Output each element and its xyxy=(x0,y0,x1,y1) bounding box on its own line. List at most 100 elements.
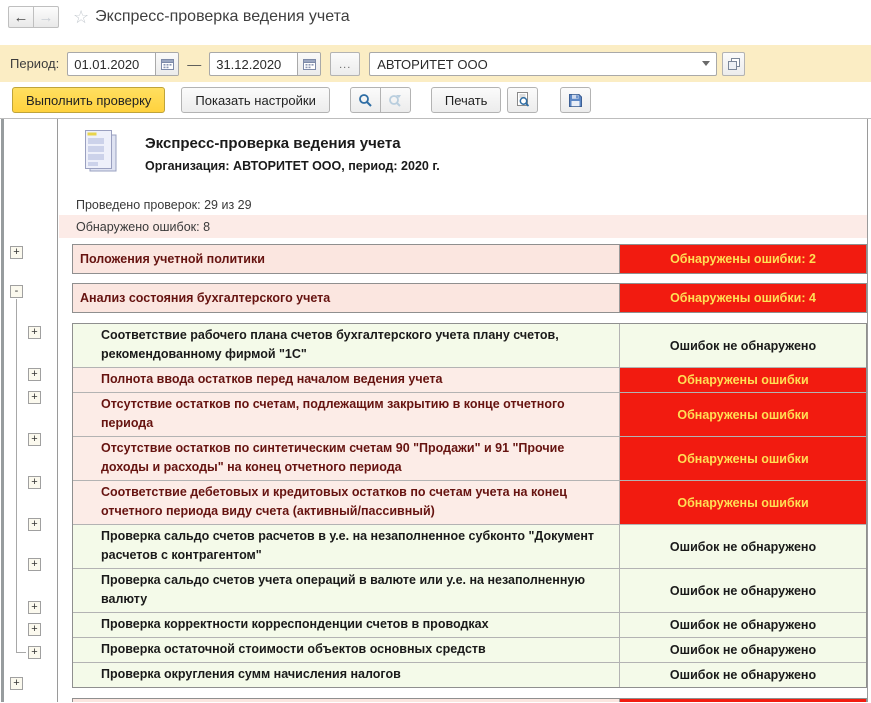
expander-check-9[interactable]: + xyxy=(28,623,41,636)
section-name[interactable]: Положения учетной политики xyxy=(73,245,619,273)
collapser-analysis-section[interactable]: - xyxy=(10,285,23,298)
run-check-button[interactable]: Выполнить проверку xyxy=(12,87,165,113)
checks-done-row: Проведено проверок: 29 из 29 xyxy=(59,195,867,215)
calendar-icon xyxy=(161,58,174,70)
section-status-badge[interactable]: Обнаружены ошибки: 2 xyxy=(619,245,866,273)
open-value-icon xyxy=(728,58,740,70)
check-status[interactable]: Обнаружены ошибки xyxy=(619,437,866,480)
grouping-gutter: + - + + + + + + + + + + + xyxy=(0,119,58,702)
favorite-star-icon[interactable]: ☆ xyxy=(73,7,89,28)
filter-toolbar: Период: 01.01.2020 — 31.12.2020 .. xyxy=(0,45,871,82)
check-status[interactable]: Обнаружены ошибки xyxy=(619,481,866,524)
tree-connector-line xyxy=(16,299,17,652)
check-status[interactable]: Обнаружены ошибки xyxy=(619,368,866,392)
check-name[interactable]: Соответствие дебетовых и кредитовых оста… xyxy=(73,481,619,524)
report-document-icon xyxy=(81,129,121,177)
date-from-calendar-button[interactable] xyxy=(155,53,178,75)
date-to-calendar-button[interactable] xyxy=(297,53,320,75)
forward-button[interactable]: → xyxy=(33,6,59,28)
report-header: Экспресс-проверка ведения учета Организа… xyxy=(59,125,867,195)
section-row-analysis[interactable]: Анализ состояния бухгалтерского учета Об… xyxy=(72,283,867,313)
organization-combo[interactable]: АВТОРИТЕТ ООО xyxy=(369,52,717,76)
expander-cash-section[interactable]: + xyxy=(10,677,23,690)
check-name[interactable]: Отсутствие остатков по счетам, подлежащи… xyxy=(73,393,619,436)
check-status[interactable]: Ошибок не обнаружено xyxy=(619,569,866,612)
print-button[interactable]: Печать xyxy=(431,87,502,113)
check-row[interactable]: Соответствие рабочего плана счетов бухга… xyxy=(73,324,866,368)
check-status[interactable]: Ошибок не обнаружено xyxy=(619,638,866,662)
check-row[interactable]: Проверка остаточной стоимости объектов о… xyxy=(73,638,866,663)
check-name[interactable]: Соответствие рабочего плана счетов бухга… xyxy=(73,324,619,367)
section-row-policy[interactable]: Положения учетной политики Обнаружены ош… xyxy=(72,244,867,274)
expander-check-4[interactable]: + xyxy=(28,433,41,446)
save-icon xyxy=(568,93,583,108)
open-organization-button[interactable] xyxy=(722,52,745,76)
combo-dropdown-button[interactable] xyxy=(696,53,716,75)
check-status[interactable]: Ошибок не обнаружено xyxy=(619,324,866,367)
expander-check-5[interactable]: + xyxy=(28,476,41,489)
check-status[interactable]: Ошибок не обнаружено xyxy=(619,663,866,687)
report-body: Экспресс-проверка ведения учета Организа… xyxy=(59,119,868,702)
section-row-cash[interactable]: Операции по кассе Обнаружены ошибки: 2 xyxy=(72,698,867,702)
check-row[interactable]: Соответствие дебетовых и кредитовых оста… xyxy=(73,481,866,525)
section-status-badge[interactable]: Обнаружены ошибки: 2 xyxy=(619,699,866,702)
expander-check-3[interactable]: + xyxy=(28,391,41,404)
checks-table: Соответствие рабочего плана счетов бухга… xyxy=(72,323,867,688)
calendar-icon xyxy=(303,58,316,70)
search-button[interactable] xyxy=(350,87,381,113)
section-status-badge[interactable]: Обнаружены ошибки: 4 xyxy=(619,284,866,312)
save-button[interactable] xyxy=(560,87,591,113)
check-status[interactable]: Ошибок не обнаружено xyxy=(619,525,866,568)
check-name[interactable]: Отсутствие остатков по синтетическим сче… xyxy=(73,437,619,480)
check-status[interactable]: Обнаружены ошибки xyxy=(619,393,866,436)
nav-buttons: ← → xyxy=(8,6,59,28)
date-from-field[interactable]: 01.01.2020 xyxy=(67,52,179,76)
expander-check-7[interactable]: + xyxy=(28,558,41,571)
search-next-icon xyxy=(388,93,403,108)
check-row[interactable]: Отсутствие остатков по синтетическим сче… xyxy=(73,437,866,481)
report-panel: + - + + + + + + + + + + + Экспресс xyxy=(0,118,871,702)
back-button[interactable]: ← xyxy=(8,6,34,28)
chevron-down-icon xyxy=(702,61,710,66)
expander-check-8[interactable]: + xyxy=(28,601,41,614)
check-row[interactable]: Проверка сальдо счетов расчетов в у.е. н… xyxy=(73,525,866,569)
show-settings-button[interactable]: Показать настройки xyxy=(181,87,329,113)
period-dash: — xyxy=(187,56,201,72)
check-row[interactable]: Проверка округления сумм начисления нало… xyxy=(73,663,866,687)
expander-check-6[interactable]: + xyxy=(28,518,41,531)
report-header-titles: Экспресс-проверка ведения учета Организа… xyxy=(145,129,440,195)
check-name[interactable]: Проверка округления сумм начисления нало… xyxy=(73,663,619,687)
check-name[interactable]: Проверка остаточной стоимости объектов о… xyxy=(73,638,619,662)
check-row[interactable]: Проверка сальдо счетов учета операций в … xyxy=(73,569,866,613)
check-status[interactable]: Ошибок не обнаружено xyxy=(619,613,866,637)
date-to-value[interactable]: 31.12.2020 xyxy=(210,53,297,75)
period-variants-button[interactable]: ... xyxy=(330,52,360,76)
expander-check-1[interactable]: + xyxy=(28,326,41,339)
report-subtitle: Организация: АВТОРИТЕТ ООО, период: 2020… xyxy=(145,159,440,173)
print-preview-button[interactable] xyxy=(507,87,538,113)
expander-check-2[interactable]: + xyxy=(28,368,41,381)
print-preview-icon xyxy=(515,92,531,108)
report-title: Экспресс-проверка ведения учета xyxy=(145,135,440,152)
check-name[interactable]: Проверка корректности корреспонденции сч… xyxy=(73,613,619,637)
check-name[interactable]: Полнота ввода остатков перед началом вед… xyxy=(73,368,619,392)
command-bar: Выполнить проверку Показать настройки Пе… xyxy=(0,82,871,118)
expander-policy-section[interactable]: + xyxy=(10,246,23,259)
check-name[interactable]: Проверка сальдо счетов учета операций в … xyxy=(73,569,619,612)
window-titlebar: ← → ☆ Экспресс-проверка ведения учета xyxy=(0,0,871,45)
tree-connector-elbow xyxy=(16,652,26,653)
date-to-field[interactable]: 31.12.2020 xyxy=(209,52,321,76)
search-icon xyxy=(358,93,373,108)
section-name[interactable]: Операции по кассе xyxy=(73,699,619,702)
window-title: Экспресс-проверка ведения учета xyxy=(95,8,349,26)
date-from-value[interactable]: 01.01.2020 xyxy=(68,53,155,75)
expander-check-10[interactable]: + xyxy=(28,646,41,659)
forward-arrow-icon: → xyxy=(39,10,54,25)
check-row[interactable]: Проверка корректности корреспонденции сч… xyxy=(73,613,866,638)
check-row[interactable]: Отсутствие остатков по счетам, подлежащи… xyxy=(73,393,866,437)
search-next-button[interactable] xyxy=(380,87,411,113)
organization-value[interactable]: АВТОРИТЕТ ООО xyxy=(370,53,696,75)
section-name[interactable]: Анализ состояния бухгалтерского учета xyxy=(73,284,619,312)
check-row[interactable]: Полнота ввода остатков перед началом вед… xyxy=(73,368,866,393)
check-name[interactable]: Проверка сальдо счетов расчетов в у.е. н… xyxy=(73,525,619,568)
